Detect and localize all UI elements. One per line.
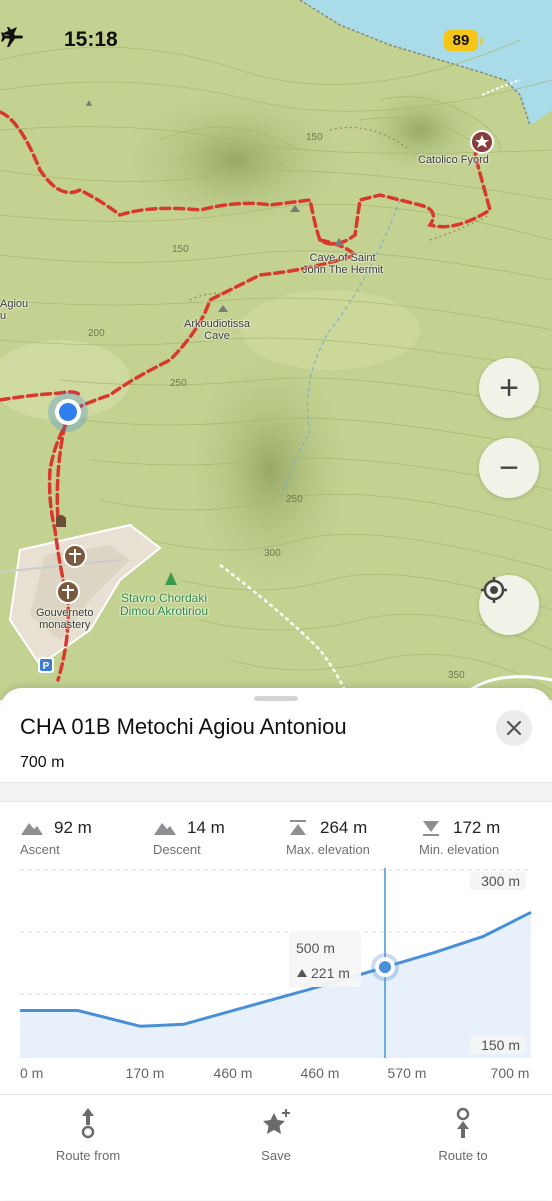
stat-label: Max. elevation bbox=[286, 842, 370, 857]
map-view[interactable]: P 15:18 89 Catolico Fyord Cave of Saint … bbox=[0, 0, 552, 700]
stat-value: 172 m bbox=[453, 818, 501, 837]
crosshair-icon bbox=[481, 577, 507, 603]
locate-me-button[interactable] bbox=[479, 575, 539, 635]
x-tick-label: 460 m bbox=[214, 1065, 253, 1081]
contour-label: 150 bbox=[172, 244, 189, 255]
route-distance: 700 m bbox=[20, 754, 65, 771]
label-arkoudiotissa: Arkoudiotissa Cave bbox=[184, 318, 250, 342]
y-tick-label: 300 m bbox=[481, 873, 520, 889]
max-elevation-icon bbox=[290, 820, 306, 835]
route-title: CHA 01B Metochi Agiou Antoniou bbox=[20, 714, 347, 739]
route-from-label: Route from bbox=[55, 1148, 121, 1163]
label-gouverneto-line1: Gouverneto bbox=[36, 607, 94, 619]
y-tick-label: 150 m bbox=[481, 1037, 520, 1053]
close-icon bbox=[507, 721, 521, 735]
label-gouverneto-line2: monastery bbox=[39, 619, 91, 631]
tooltip-elevation: 221 m bbox=[311, 965, 350, 981]
stat-label: Descent bbox=[153, 842, 201, 857]
section-divider bbox=[0, 782, 552, 802]
status-bar: 15:18 89 bbox=[0, 26, 552, 56]
sheet-grabber[interactable] bbox=[254, 696, 298, 701]
route-from-button[interactable]: Route from bbox=[28, 1107, 148, 1163]
plus-icon: + bbox=[499, 369, 519, 407]
label-arkoudiotissa-line1: Arkoudiotissa bbox=[184, 318, 251, 330]
map-canvas[interactable]: P bbox=[0, 0, 552, 700]
ascent-icon bbox=[21, 823, 43, 835]
stat-value: 264 m bbox=[320, 818, 368, 837]
battery-level: 89 bbox=[444, 30, 478, 51]
label-gouverneto: Gouverneto monastery bbox=[36, 607, 93, 631]
stat-label: Ascent bbox=[20, 842, 60, 857]
x-tick-label: 170 m bbox=[126, 1065, 165, 1081]
bottom-toolbar: Route from Save Route to bbox=[0, 1094, 552, 1201]
contour-label: 250 bbox=[170, 378, 187, 389]
contour-label: 250 bbox=[286, 494, 303, 505]
stat-label: Min. elevation bbox=[419, 842, 500, 857]
route-detail-sheet[interactable]: CHA 01B Metochi Agiou Antoniou 700 m 92 … bbox=[0, 688, 552, 1200]
contour-label: 300 bbox=[264, 548, 281, 559]
label-cave-saint-john: Cave of Saint John The Hermit bbox=[302, 252, 383, 276]
svg-text:P: P bbox=[43, 661, 50, 672]
close-button[interactable] bbox=[496, 710, 532, 746]
save-button[interactable]: Save bbox=[216, 1107, 336, 1163]
label-cave-line1: Cave of Saint bbox=[309, 252, 376, 264]
label-stavro-chordaki: Stavro Chordaki Dimou Akrotiriou bbox=[120, 592, 208, 618]
contour-label: 350 bbox=[448, 670, 465, 681]
min-elevation-icon bbox=[423, 821, 439, 836]
route-to-label: Route to bbox=[438, 1148, 488, 1163]
contour-label: 150 bbox=[306, 132, 323, 143]
label-stavro-line2: Dimou Akrotiriou bbox=[120, 604, 209, 618]
label-agiou-line1: Agiou bbox=[0, 298, 29, 310]
star-add-icon bbox=[263, 1109, 290, 1134]
zoom-in-button[interactable]: + bbox=[479, 358, 539, 418]
chart-tooltip: 500 m 221 m bbox=[289, 931, 361, 987]
zoom-out-button[interactable]: − bbox=[479, 438, 539, 498]
x-tick-label: 570 m bbox=[388, 1065, 427, 1081]
save-label: Save bbox=[261, 1148, 291, 1163]
descent-icon bbox=[154, 823, 176, 835]
minus-icon: − bbox=[499, 449, 519, 487]
x-tick-label: 700 m bbox=[491, 1065, 530, 1081]
tooltip-distance: 500 m bbox=[296, 940, 335, 956]
route-to-button[interactable]: Route to bbox=[403, 1107, 523, 1163]
chart-cursor-dot[interactable] bbox=[375, 957, 395, 978]
label-agiou-line2: u bbox=[0, 310, 7, 322]
label-cave-line2: John The Hermit bbox=[302, 264, 384, 276]
x-tick-label: 0 m bbox=[20, 1065, 43, 1081]
label-agiou: Agiou u bbox=[0, 298, 28, 322]
contour-label: 200 bbox=[88, 328, 105, 339]
label-catolico-fyord: Catolico Fyord bbox=[418, 154, 489, 166]
elevation-chart[interactable]: 300 m150 m 0 m 170 m 460 m 460 m 570 m 700 m … bbox=[0, 868, 552, 1088]
stat-value: 14 m bbox=[187, 818, 225, 837]
battery-tip bbox=[480, 37, 483, 45]
route-from-icon bbox=[81, 1108, 95, 1139]
status-time: 15:18 bbox=[64, 28, 118, 51]
elevation-area bbox=[20, 912, 531, 1058]
route-to-icon bbox=[456, 1107, 470, 1138]
airplane-icon bbox=[1, 27, 23, 47]
stat-value: 92 m bbox=[54, 818, 92, 837]
label-stavro-line1: Stavro Chordaki bbox=[120, 591, 208, 605]
x-tick-label: 460 m bbox=[301, 1065, 340, 1081]
chart-x-labels: 0 m 170 m 460 m 460 m 570 m 700 m bbox=[20, 1065, 529, 1081]
label-arkoudiotissa-line2: Cave bbox=[204, 330, 230, 342]
